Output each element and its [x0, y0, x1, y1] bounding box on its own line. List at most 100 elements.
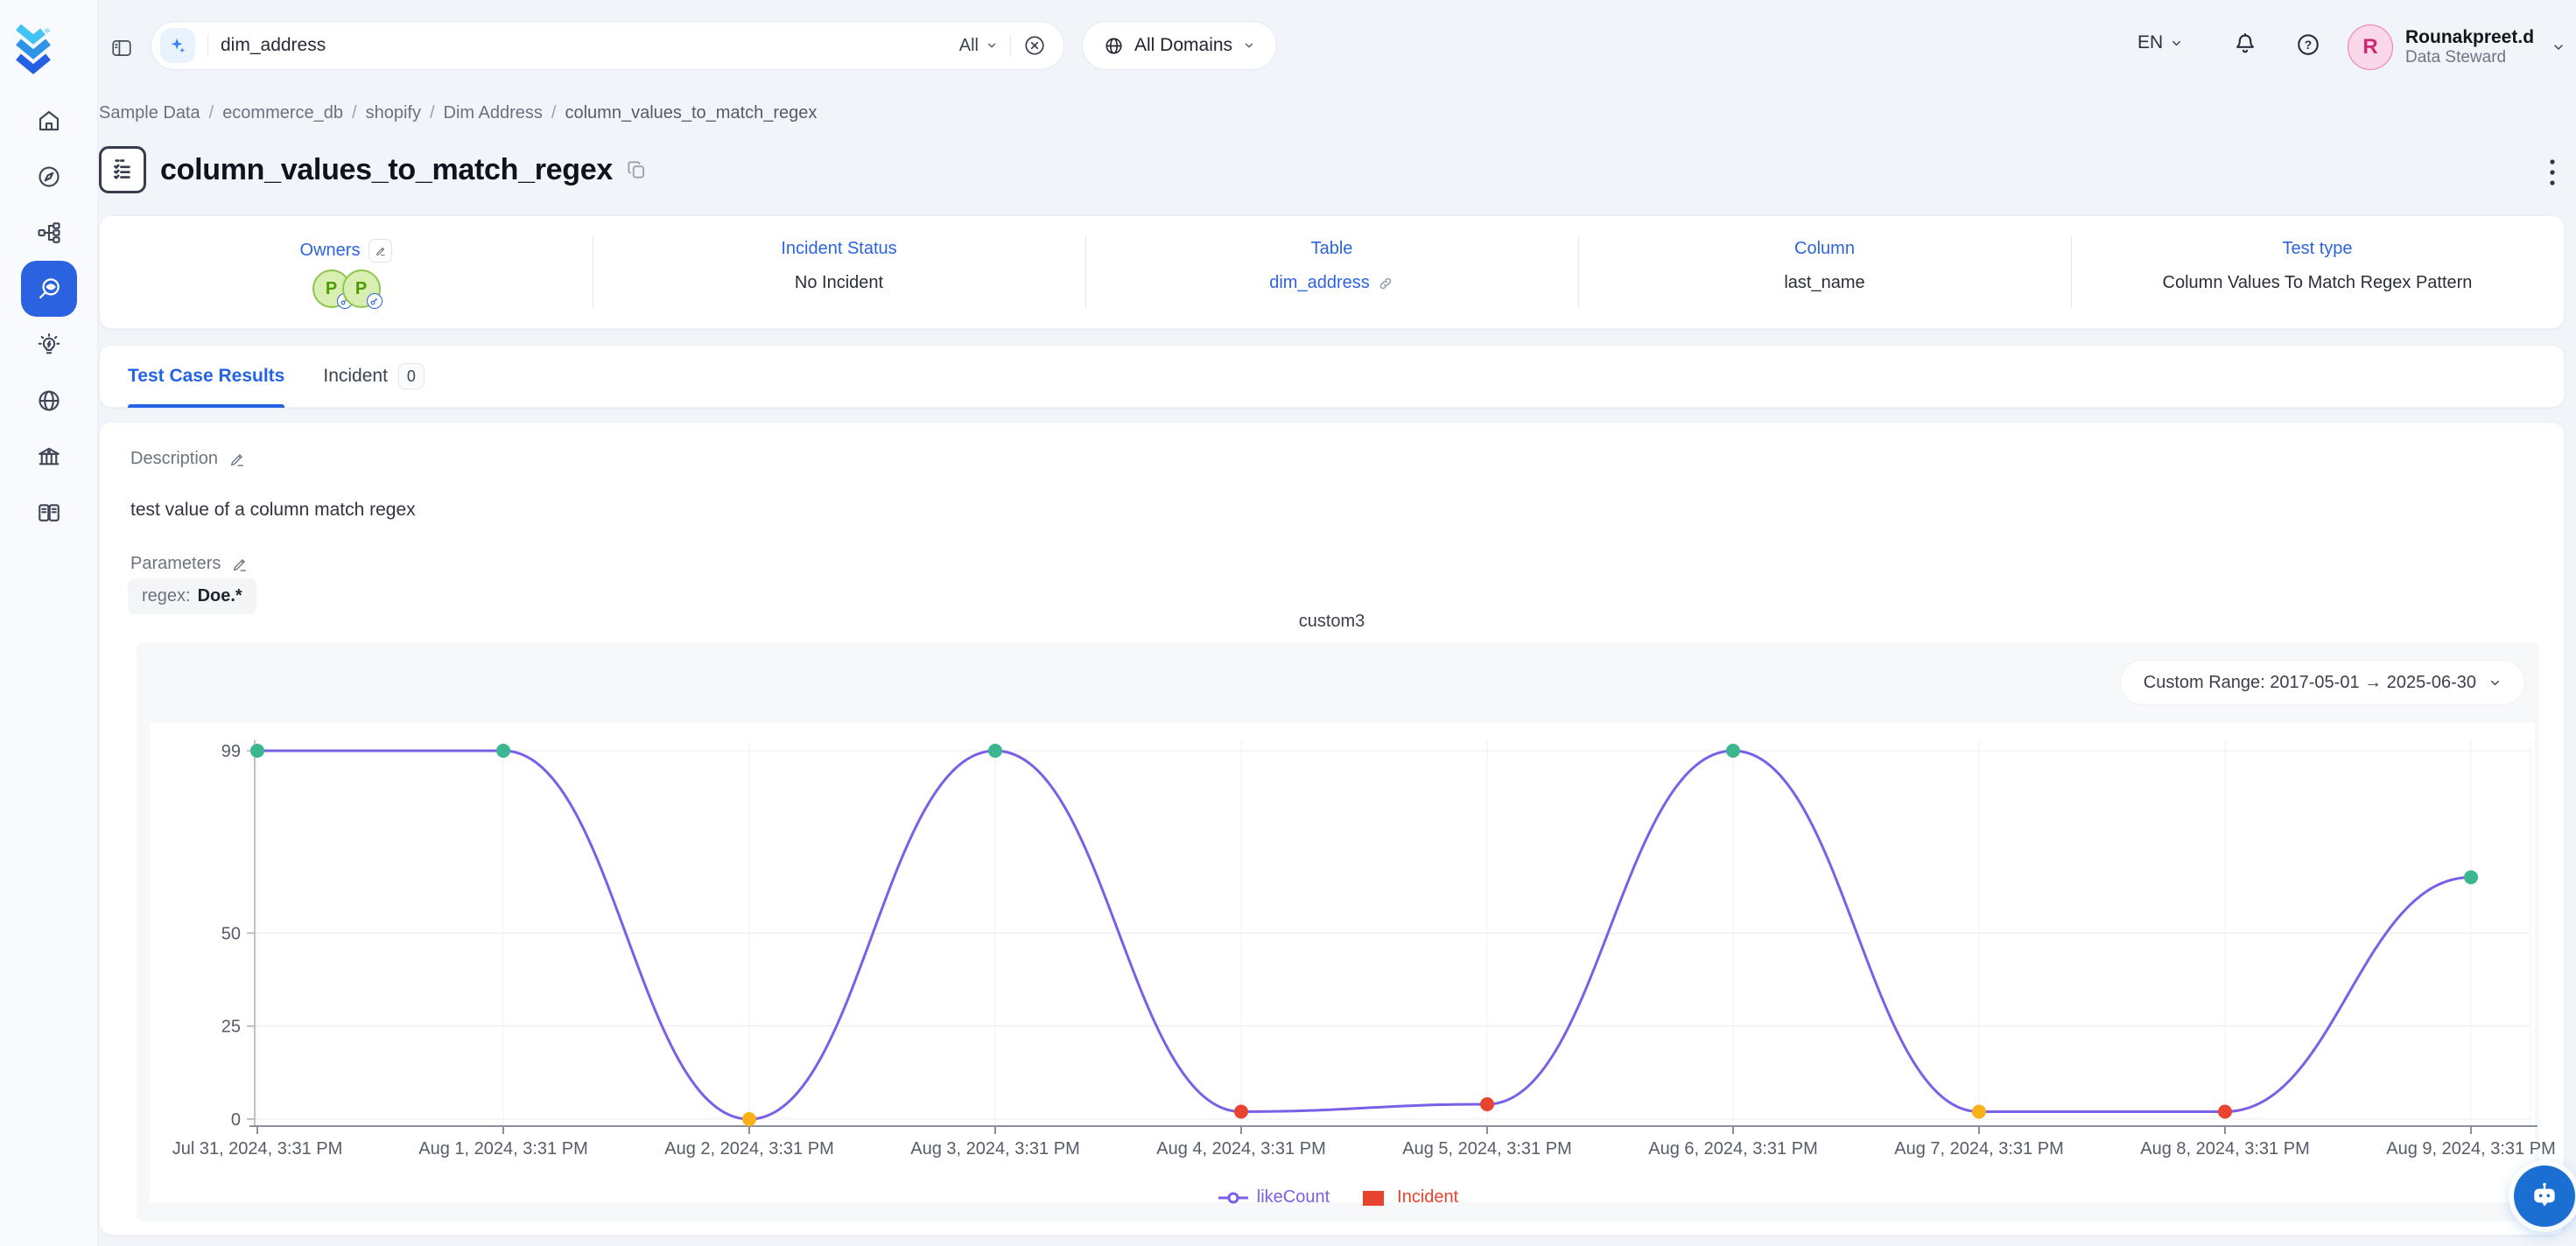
svg-text:Aug 6, 2024, 3:31 PM: Aug 6, 2024, 3:31 PM: [1648, 1139, 1817, 1158]
chart-point-aborted[interactable]: [1972, 1104, 1986, 1118]
owners-label: Owners: [300, 241, 361, 261]
owner-avatars: P P: [312, 270, 381, 308]
breadcrumb-item[interactable]: shopify: [366, 103, 421, 123]
owner-avatar[interactable]: P: [342, 270, 381, 308]
chart-legend: likeCount Incident: [137, 1187, 2539, 1208]
svg-text:Aug 9, 2024, 3:31 PM: Aug 9, 2024, 3:31 PM: [2386, 1139, 2555, 1158]
chart-point-aborted[interactable]: [742, 1112, 756, 1126]
search-input[interactable]: dim_address: [221, 35, 326, 56]
test-result-line-chart[interactable]: 0255099Jul 31, 2024, 3:31 PMAug 1, 2024,…: [137, 642, 2539, 1222]
chart-point-success[interactable]: [250, 744, 264, 758]
ai-sparkle-icon[interactable]: [160, 28, 195, 63]
breadcrumb-separator: /: [551, 103, 557, 123]
app-root: dim_address All All Domains EN ?: [0, 0, 2576, 1246]
edit-pencil-icon[interactable]: [228, 451, 246, 468]
help-button[interactable]: ?: [2295, 32, 2321, 58]
bank-icon: [36, 444, 62, 470]
svg-text:Aug 1, 2024, 3:31 PM: Aug 1, 2024, 3:31 PM: [418, 1139, 587, 1158]
parameter-value: Doe.*: [198, 586, 242, 606]
more-actions-button[interactable]: [2544, 152, 2561, 195]
sidebar-toggle-button[interactable]: [109, 37, 135, 61]
all-domains-dropdown[interactable]: All Domains: [1082, 21, 1277, 70]
globe-icon: [36, 388, 62, 414]
sidebar-item-data-flow[interactable]: [21, 205, 77, 261]
summary-table: Table dim_address: [1085, 216, 1578, 328]
tab-incident[interactable]: Incident 0: [323, 345, 425, 408]
parameters-label: Parameters: [130, 554, 221, 574]
panel-toggle-icon: [109, 37, 134, 60]
chart-point-success[interactable]: [988, 744, 1002, 758]
date-range-label: Custom Range: 2017-05-01 → 2025-06-30: [2144, 673, 2476, 693]
chart-point-failed[interactable]: [2218, 1104, 2232, 1118]
parameter-key: regex:: [142, 586, 191, 606]
data-flow-icon: [36, 220, 62, 246]
sidebar-item-domains[interactable]: [21, 373, 77, 429]
summary-incident-status: Incident Status No Incident: [593, 216, 1085, 328]
svg-text:Aug 3, 2024, 3:31 PM: Aug 3, 2024, 3:31 PM: [910, 1139, 1079, 1158]
user-menu[interactable]: R Rounakpreet.d Data Steward: [2348, 24, 2565, 70]
sidebar-item-home[interactable]: [21, 93, 77, 149]
clear-circle-icon: [1023, 34, 1046, 57]
breadcrumb-item[interactable]: column_values_to_match_regex: [565, 103, 817, 123]
breadcrumb-separator: /: [352, 103, 357, 123]
incident-status-label: Incident Status: [781, 239, 896, 259]
svg-text:Aug 7, 2024, 3:31 PM: Aug 7, 2024, 3:31 PM: [1894, 1139, 2063, 1158]
chat-bot-button[interactable]: [2514, 1166, 2575, 1227]
insights-bulb-icon: [36, 332, 62, 358]
global-search-bar[interactable]: dim_address All: [151, 21, 1064, 70]
tab-test-case-results[interactable]: Test Case Results: [128, 345, 284, 408]
date-range-dropdown[interactable]: Custom Range: 2017-05-01 → 2025-06-30: [2120, 660, 2525, 705]
svg-text:0: 0: [231, 1110, 241, 1130]
breadcrumb-separator: /: [430, 103, 435, 123]
edit-owners-button[interactable]: [369, 239, 392, 262]
edit-pencil-icon: [375, 245, 387, 257]
test-type-value: Column Values To Match Regex Pattern: [2163, 273, 2473, 293]
breadcrumb-item[interactable]: ecommerce_db: [222, 103, 343, 123]
tab-label: Test Case Results: [128, 366, 284, 387]
sidebar-item-glossary[interactable]: [21, 485, 77, 541]
test-result-chart-panel: Custom Range: 2017-05-01 → 2025-06-30 02…: [137, 642, 2539, 1222]
notifications-button[interactable]: [2232, 32, 2258, 58]
sidebar-item-explore[interactable]: [21, 149, 77, 205]
sidebar-item-insights[interactable]: [21, 317, 77, 373]
description-label: Description: [130, 449, 218, 469]
chevron-down-icon: [986, 39, 998, 52]
breadcrumb-separator: /: [209, 103, 214, 123]
legend-item-likecount[interactable]: likeCount: [1218, 1187, 1330, 1208]
tab-label: Incident: [323, 366, 388, 387]
kebab-menu-icon: [2549, 158, 2556, 187]
incident-status-value: No Incident: [795, 273, 883, 293]
chart-point-failed[interactable]: [1234, 1104, 1248, 1118]
chart-point-success[interactable]: [2464, 871, 2478, 885]
legend-square-icon: [1358, 1190, 1389, 1206]
chevron-down-icon: [1243, 39, 1255, 52]
svg-text:Aug 8, 2024, 3:31 PM: Aug 8, 2024, 3:31 PM: [2140, 1139, 2309, 1158]
parameter-chip: regex: Doe.*: [128, 578, 256, 614]
owner-initial: P: [326, 279, 337, 299]
language-dropdown[interactable]: EN: [2137, 32, 2183, 53]
search-clear-button[interactable]: [1023, 34, 1046, 57]
copy-icon: [625, 158, 648, 181]
svg-text:Jul 31, 2024, 3:31 PM: Jul 31, 2024, 3:31 PM: [172, 1139, 343, 1158]
table-name: dim_address: [1269, 273, 1370, 293]
all-domains-label: All Domains: [1134, 35, 1232, 56]
search-scope-dropdown[interactable]: All: [959, 36, 998, 56]
chart-point-success[interactable]: [496, 744, 510, 758]
search-divider-2: [1010, 34, 1011, 57]
team-badge-icon: [367, 293, 383, 309]
chart-point-failed[interactable]: [1480, 1097, 1494, 1111]
sidebar-item-govern[interactable]: [21, 429, 77, 485]
breadcrumb-item[interactable]: Dim Address: [444, 103, 543, 123]
page-title: column_values_to_match_regex: [160, 153, 613, 187]
chat-bot-icon: [2527, 1179, 2562, 1214]
chart-point-success[interactable]: [1726, 744, 1740, 758]
table-link[interactable]: dim_address: [1269, 273, 1394, 293]
app-logo-icon[interactable]: [14, 22, 53, 74]
svg-text:Aug 4, 2024, 3:31 PM: Aug 4, 2024, 3:31 PM: [1156, 1139, 1325, 1158]
chevron-down-icon: [2170, 37, 2183, 50]
edit-pencil-icon[interactable]: [231, 556, 249, 573]
legend-item-incident[interactable]: Incident: [1358, 1187, 1458, 1208]
breadcrumb-item[interactable]: Sample Data: [99, 103, 200, 123]
sidebar-item-observability[interactable]: [21, 261, 77, 317]
copy-name-button[interactable]: [625, 158, 648, 181]
